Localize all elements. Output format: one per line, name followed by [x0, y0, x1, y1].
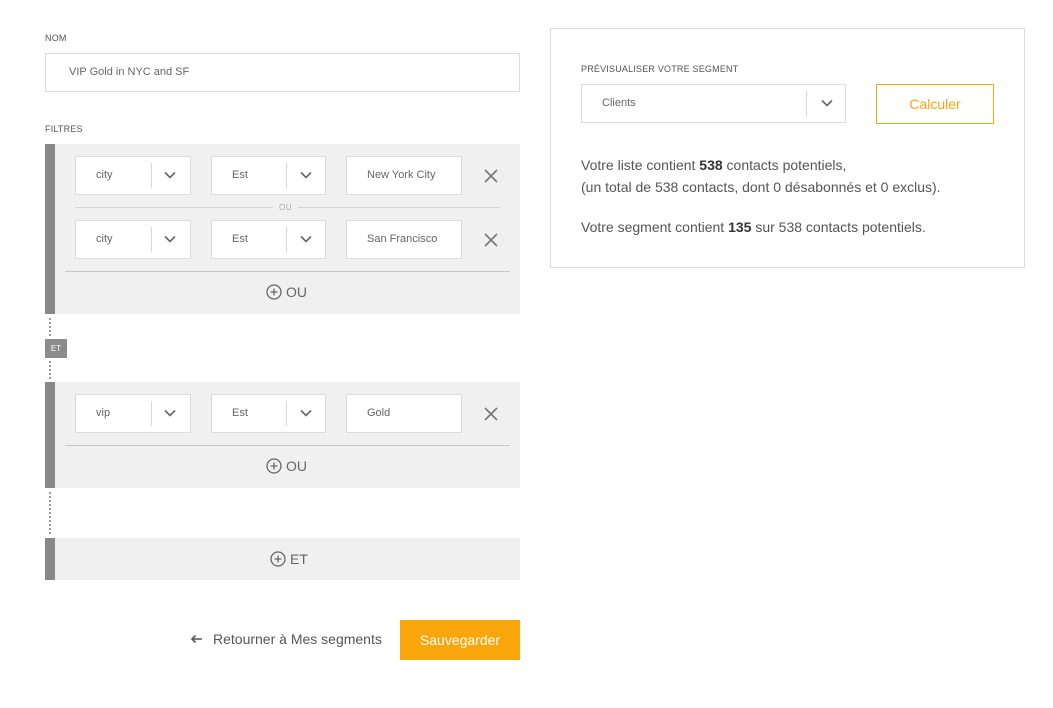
- add-or-button[interactable]: OU: [266, 458, 307, 474]
- filters-label: FILTRES: [45, 124, 83, 134]
- save-button[interactable]: Sauvegarder: [400, 620, 520, 660]
- plus-circle-icon: [266, 458, 282, 474]
- connector-dots: [49, 318, 51, 336]
- chevron-down-icon: [164, 171, 176, 179]
- group-divider: [65, 271, 510, 272]
- name-label: NOM: [45, 33, 67, 43]
- add-and-button[interactable]: ET: [270, 551, 308, 567]
- field-select[interactable]: city: [75, 156, 191, 195]
- chevron-down-icon: [821, 99, 833, 107]
- and-badge: ET: [45, 339, 67, 358]
- preview-panel: PRÉVISUALISER VOTRE SEGMENT Clients Calc…: [550, 28, 1025, 268]
- chevron-down-icon: [300, 235, 312, 243]
- close-icon[interactable]: [483, 168, 499, 184]
- add-and-group: ET: [45, 538, 520, 580]
- chevron-down-icon: [164, 235, 176, 243]
- arrow-left-icon: [190, 634, 202, 644]
- group-divider: [65, 445, 510, 446]
- chevron-down-icon: [300, 409, 312, 417]
- value-input[interactable]: San Francisco: [346, 220, 462, 259]
- list-total-text: (un total de 538 contacts, dont 0 désabo…: [581, 179, 941, 195]
- segment-name-input[interactable]: VIP Gold in NYC and SF: [45, 53, 520, 92]
- plus-circle-icon: [270, 551, 286, 567]
- value-input[interactable]: Gold: [346, 394, 462, 433]
- filter-group-2: vip Est Gold OU: [45, 382, 520, 488]
- segment-count-text: Votre segment contient 135 sur 538 conta…: [581, 219, 926, 235]
- add-or-button[interactable]: OU: [266, 284, 307, 300]
- chevron-down-icon: [164, 409, 176, 417]
- plus-circle-icon: [266, 284, 282, 300]
- operator-select[interactable]: Est: [211, 394, 326, 433]
- list-count-text: Votre liste contient 538 contacts potent…: [581, 157, 847, 173]
- field-select[interactable]: city: [75, 220, 191, 259]
- preview-label: PRÉVISUALISER VOTRE SEGMENT: [581, 64, 739, 74]
- calculate-button[interactable]: Calculer: [876, 84, 994, 124]
- connector-dots: [49, 492, 51, 534]
- list-select[interactable]: Clients: [581, 84, 846, 123]
- operator-select[interactable]: Est: [211, 220, 326, 259]
- close-icon[interactable]: [483, 232, 499, 248]
- or-separator-label: OU: [273, 203, 298, 212]
- back-link[interactable]: Retourner à Mes segments: [190, 631, 382, 647]
- chevron-down-icon: [300, 171, 312, 179]
- operator-select[interactable]: Est: [211, 156, 326, 195]
- close-icon[interactable]: [483, 406, 499, 422]
- filter-group-1: city Est New York City OU city Est San F…: [45, 144, 520, 314]
- field-select[interactable]: vip: [75, 394, 191, 433]
- connector-dots: [49, 361, 51, 379]
- value-input[interactable]: New York City: [346, 156, 462, 195]
